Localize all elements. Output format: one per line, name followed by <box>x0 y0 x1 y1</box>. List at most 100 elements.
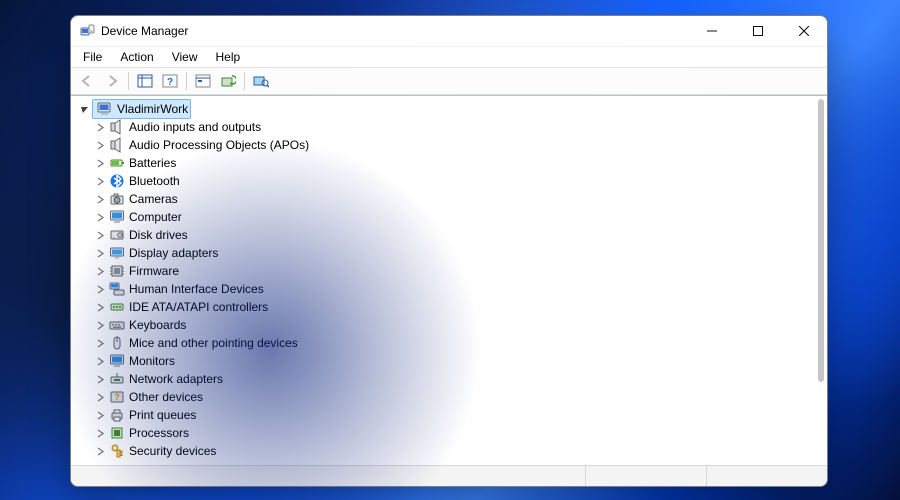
chevron-right-icon[interactable] <box>93 408 107 422</box>
chevron-right-icon[interactable] <box>93 318 107 332</box>
tree-node[interactable]: Cameras <box>75 190 827 208</box>
status-cell <box>585 466 706 486</box>
show-hidden-button[interactable] <box>133 69 157 93</box>
tree-node[interactable]: Network adapters <box>75 370 827 388</box>
menu-file[interactable]: File <box>75 49 110 65</box>
menu-help[interactable]: Help <box>208 49 249 65</box>
tree-node[interactable]: Mice and other pointing devices <box>75 334 827 352</box>
chevron-right-icon[interactable] <box>93 372 107 386</box>
chevron-right-icon[interactable] <box>93 138 107 152</box>
tree-node[interactable]: ?Other devices <box>75 388 827 406</box>
chevron-right-icon[interactable] <box>93 192 107 206</box>
help-button[interactable]: ? <box>158 69 182 93</box>
tree-node[interactable]: Bluetooth <box>75 172 827 190</box>
tree-node[interactable]: Security devices <box>75 442 827 460</box>
audio-icon <box>109 119 125 135</box>
tree-node-label: Audio inputs and outputs <box>129 118 261 136</box>
tree-node[interactable]: Batteries <box>75 154 827 172</box>
scan-hardware-button[interactable] <box>249 69 273 93</box>
tree-node-label: Processors <box>129 424 189 442</box>
tree-node-label: Keyboards <box>129 316 186 334</box>
maximize-button[interactable] <box>735 16 781 46</box>
statusbar <box>71 465 827 486</box>
keyboard-icon <box>109 317 125 333</box>
chevron-right-icon[interactable] <box>93 354 107 368</box>
tree-node-label: Disk drives <box>129 226 188 244</box>
menu-action[interactable]: Action <box>112 49 161 65</box>
status-cell <box>71 466 585 486</box>
chevron-right-icon[interactable] <box>93 300 107 314</box>
tree-node-label: Network adapters <box>129 370 223 388</box>
titlebar[interactable]: Device Manager <box>71 16 827 46</box>
svg-text:?: ? <box>114 392 120 402</box>
close-button[interactable] <box>781 16 827 46</box>
monitor-icon <box>109 209 125 225</box>
menubar: File Action View Help <box>71 46 827 67</box>
tree-node-label: Monitors <box>129 352 175 370</box>
chevron-right-icon[interactable] <box>93 390 107 404</box>
bluetooth-icon <box>109 173 125 189</box>
tree-root-label: VladimirWork <box>117 100 188 118</box>
chevron-right-icon[interactable] <box>93 336 107 350</box>
printer-icon <box>109 407 125 423</box>
device-tree[interactable]: VladimirWork Audio inputs and outputsAud… <box>71 95 827 465</box>
menu-view[interactable]: View <box>164 49 206 65</box>
toolbar-separator <box>128 72 129 90</box>
tree-node[interactable]: Keyboards <box>75 316 827 334</box>
chevron-right-icon[interactable] <box>93 444 107 458</box>
ide-icon <box>109 299 125 315</box>
tree-node[interactable]: Processors <box>75 424 827 442</box>
device-manager-window: Device Manager File Action View Help <box>70 15 828 487</box>
tree-node-label: Firmware <box>129 262 179 280</box>
chevron-right-icon[interactable] <box>93 228 107 242</box>
toolbar: ? <box>71 67 827 95</box>
tree-node[interactable]: Display adapters <box>75 244 827 262</box>
minimize-button[interactable] <box>689 16 735 46</box>
chevron-down-icon[interactable] <box>77 102 91 116</box>
tree-node-label: Human Interface Devices <box>129 280 264 298</box>
tree-node[interactable]: Audio inputs and outputs <box>75 118 827 136</box>
tree-node[interactable]: Computer <box>75 208 827 226</box>
chevron-right-icon[interactable] <box>93 210 107 224</box>
tree-node[interactable]: Firmware <box>75 262 827 280</box>
tree-node[interactable]: Print queues <box>75 406 827 424</box>
chevron-right-icon[interactable] <box>93 120 107 134</box>
camera-icon <box>109 191 125 207</box>
mouse-icon <box>109 335 125 351</box>
hid-icon <box>109 281 125 297</box>
audio-icon <box>109 137 125 153</box>
toolbar-separator <box>244 72 245 90</box>
tree-node-label: Computer <box>129 208 182 226</box>
chevron-right-icon[interactable] <box>93 246 107 260</box>
tree-node-label: Audio Processing Objects (APOs) <box>129 136 309 154</box>
desktop-wallpaper: Device Manager File Action View Help <box>0 0 900 500</box>
network-icon <box>109 371 125 387</box>
tree-node[interactable]: Human Interface Devices <box>75 280 827 298</box>
window-title: Device Manager <box>101 24 188 38</box>
tree-node[interactable]: IDE ATA/ATAPI controllers <box>75 298 827 316</box>
chevron-right-icon[interactable] <box>93 282 107 296</box>
status-cell <box>706 466 827 486</box>
chevron-right-icon[interactable] <box>93 156 107 170</box>
scrollbar-thumb[interactable] <box>818 99 824 382</box>
tree-node-label: Mice and other pointing devices <box>129 334 298 352</box>
tree-node[interactable]: Monitors <box>75 352 827 370</box>
scrollbar[interactable] <box>818 99 824 462</box>
tree-node[interactable]: Disk drives <box>75 226 827 244</box>
tree-node-label: Security devices <box>129 442 216 460</box>
chevron-right-icon[interactable] <box>93 264 107 278</box>
chevron-right-icon[interactable] <box>93 426 107 440</box>
other-icon: ? <box>109 389 125 405</box>
update-driver-button[interactable] <box>216 69 240 93</box>
properties-button[interactable] <box>191 69 215 93</box>
svg-text:?: ? <box>167 77 173 88</box>
chevron-right-icon[interactable] <box>93 174 107 188</box>
app-icon <box>79 23 95 39</box>
tree-node[interactable]: Audio Processing Objects (APOs) <box>75 136 827 154</box>
firmware-icon <box>109 263 125 279</box>
monitor-icon <box>109 353 125 369</box>
tree-node-label: Batteries <box>129 154 176 172</box>
computer-icon <box>97 101 113 117</box>
tree-root[interactable]: VladimirWork <box>75 100 827 118</box>
display-icon <box>109 245 125 261</box>
